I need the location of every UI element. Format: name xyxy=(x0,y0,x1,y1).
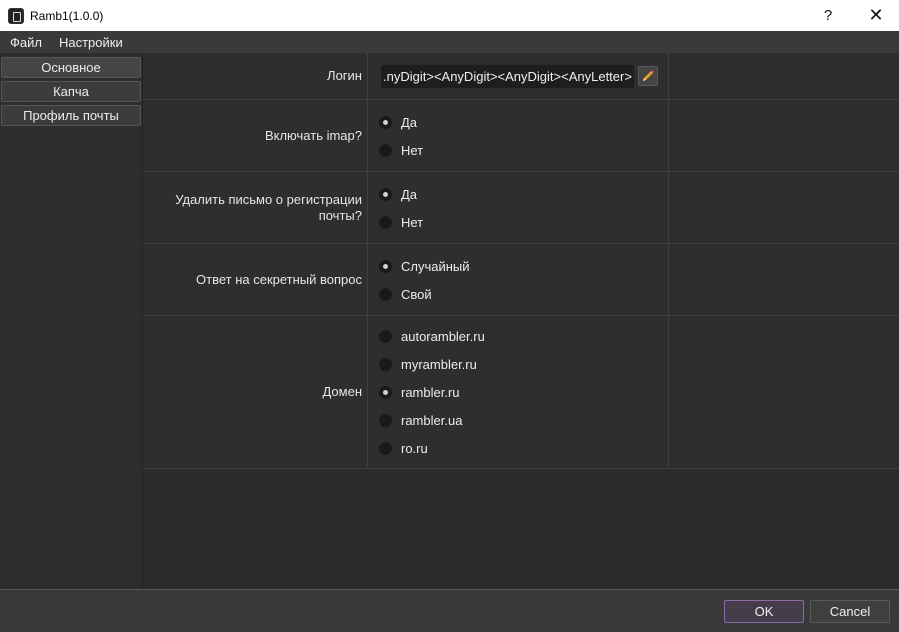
domain-option-rambler-ru[interactable]: rambler.ru xyxy=(379,382,460,402)
secret-answer-row: Ответ на секретный вопрос Случайный Свой xyxy=(143,244,899,316)
menu-settings[interactable]: Настройки xyxy=(49,35,130,50)
radio-label: Да xyxy=(401,186,418,202)
sidebar: Основное Капча Профиль почты xyxy=(0,53,143,589)
radio-button[interactable] xyxy=(379,259,392,273)
close-button[interactable]: ✕ xyxy=(853,0,899,31)
radio-button[interactable] xyxy=(379,385,392,399)
radio-label: Нет xyxy=(401,214,424,230)
radio-button[interactable] xyxy=(379,441,392,455)
radio-label: rambler.ua xyxy=(401,412,463,428)
login-value-cell: .nyDigit><AnyDigit><AnyDigit><AnyLetter> xyxy=(369,53,669,99)
window-title: Ramb1(1.0.0) xyxy=(30,8,104,23)
help-button[interactable]: ? xyxy=(805,0,851,31)
delete-mail-option-yes[interactable]: Да xyxy=(379,184,417,204)
sidebar-item-captcha[interactable]: Капча xyxy=(1,81,141,102)
imap-row: Включать imap? Да Нет xyxy=(143,100,899,172)
radio-label: autorambler.ru xyxy=(401,328,485,344)
ok-button[interactable]: OK xyxy=(724,600,804,623)
domain-option-autorambler[interactable]: autorambler.ru xyxy=(379,326,485,346)
radio-label: Да xyxy=(401,114,418,130)
title-bar: Ramb1(1.0.0) ? ✕ xyxy=(0,0,899,31)
delete-mail-options: Да Нет xyxy=(369,172,669,243)
radio-button[interactable] xyxy=(379,215,392,229)
radio-button[interactable] xyxy=(379,287,392,301)
radio-label: ro.ru xyxy=(401,440,428,456)
imap-option-no[interactable]: Нет xyxy=(379,140,423,160)
secret-answer-option-custom[interactable]: Свой xyxy=(379,284,432,304)
pencil-icon xyxy=(643,70,654,81)
edit-login-button[interactable] xyxy=(638,66,658,86)
login-input[interactable]: .nyDigit><AnyDigit><AnyDigit><AnyLetter> xyxy=(381,65,634,88)
secret-answer-options: Случайный Свой xyxy=(369,244,669,315)
sidebar-item-main[interactable]: Основное xyxy=(1,57,141,78)
menu-file[interactable]: Файл xyxy=(0,35,49,50)
domain-option-rambler-ua[interactable]: rambler.ua xyxy=(379,410,462,430)
domain-option-myrambler[interactable]: myrambler.ru xyxy=(379,354,477,374)
dialog-footer: OK Cancel xyxy=(0,589,899,632)
secret-answer-option-random[interactable]: Случайный xyxy=(379,256,470,276)
radio-label: myrambler.ru xyxy=(401,356,477,372)
cancel-button[interactable]: Cancel xyxy=(810,600,890,623)
imap-option-yes[interactable]: Да xyxy=(379,112,417,132)
radio-label: rambler.ru xyxy=(401,384,460,400)
settings-panel: Логин .nyDigit><AnyDigit><AnyDigit><AnyL… xyxy=(143,53,899,589)
radio-button[interactable] xyxy=(379,413,392,427)
login-label: Логин xyxy=(143,53,368,99)
radio-label: Нет xyxy=(401,142,424,158)
menu-bar: Файл Настройки xyxy=(0,31,899,53)
radio-button[interactable] xyxy=(379,115,392,129)
radio-button[interactable] xyxy=(379,329,392,343)
domain-row: Домен autorambler.ru myrambler.ru ramble… xyxy=(143,316,899,469)
radio-button[interactable] xyxy=(379,143,392,157)
domain-options: autorambler.ru myrambler.ru rambler.ru r… xyxy=(369,316,669,468)
delete-mail-label: Удалить письмо о регистрации почты? xyxy=(143,172,368,243)
sidebar-item-mail-profile[interactable]: Профиль почты xyxy=(1,105,141,126)
imap-options: Да Нет xyxy=(369,100,669,171)
delete-mail-row: Удалить письмо о регистрации почты? Да Н… xyxy=(143,172,899,244)
app-icon xyxy=(8,7,24,24)
secret-answer-label: Ответ на секретный вопрос xyxy=(143,244,368,315)
domain-option-ro-ru[interactable]: ro.ru xyxy=(379,438,428,458)
delete-mail-option-no[interactable]: Нет xyxy=(379,212,423,232)
imap-label: Включать imap? xyxy=(143,100,368,171)
radio-label: Случайный xyxy=(401,258,470,274)
login-row: Логин .nyDigit><AnyDigit><AnyDigit><AnyL… xyxy=(143,53,899,100)
domain-label: Домен xyxy=(143,316,368,468)
radio-button[interactable] xyxy=(379,357,392,371)
radio-button[interactable] xyxy=(379,187,392,201)
radio-label: Свой xyxy=(401,286,432,302)
